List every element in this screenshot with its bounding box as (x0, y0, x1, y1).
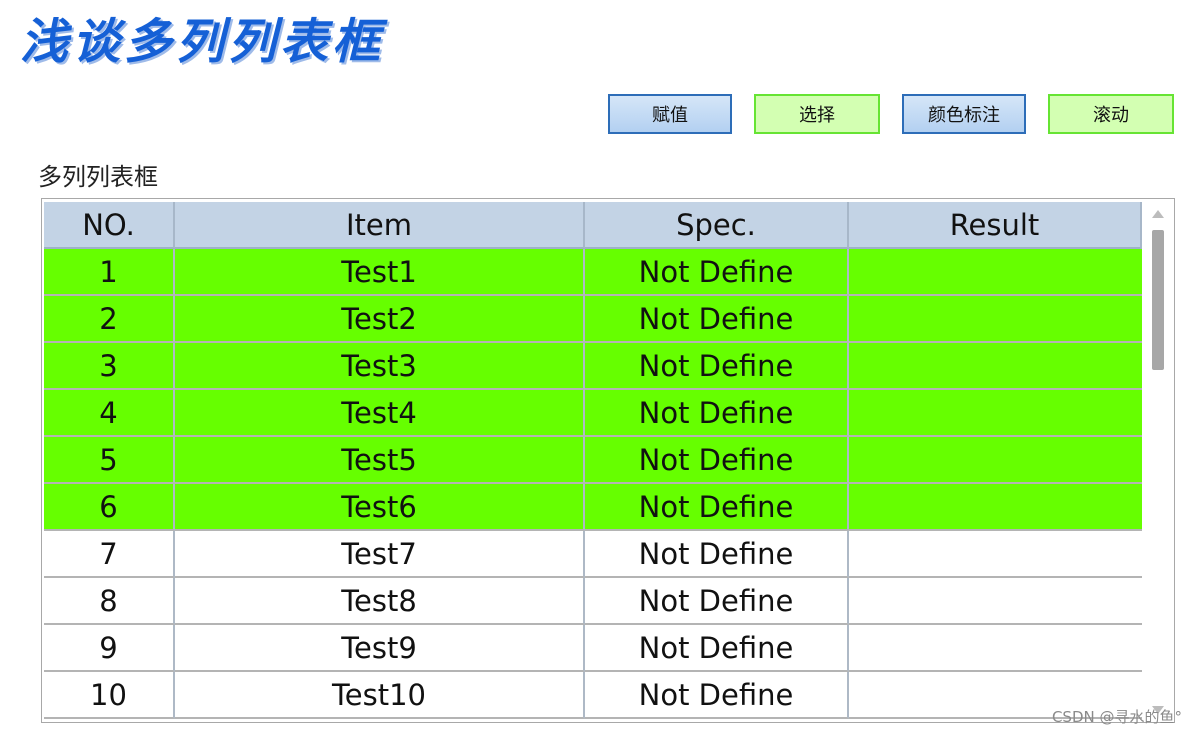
cell-result (849, 343, 1142, 390)
vertical-scrollbar[interactable] (1144, 202, 1172, 720)
cell-no: 5 (44, 437, 175, 484)
table-row[interactable]: 5 Test5 Not Define (44, 437, 1142, 484)
cell-result (849, 296, 1142, 343)
column-header-result[interactable]: Result (849, 202, 1142, 249)
cell-item: Test1 (175, 249, 585, 296)
cell-item: Test5 (175, 437, 585, 484)
listbox-rows: 1 Test1 Not Define 2 Test2 Not Define 3 Test3 No… (44, 249, 1142, 719)
table-row[interactable]: 7 Test7 Not Define (44, 531, 1142, 578)
cell-result (849, 390, 1142, 437)
listbox-label: 多列列表框 (38, 163, 158, 191)
table-row[interactable]: 4 Test4 Not Define (44, 390, 1142, 437)
cell-item: Test10 (175, 672, 585, 719)
cell-spec: Not Define (585, 484, 849, 531)
cell-spec: Not Define (585, 296, 849, 343)
table-row[interactable]: 3 Test3 Not Define (44, 343, 1142, 390)
cell-no: 10 (44, 672, 175, 719)
table-row[interactable]: 10 Test10 Not Define (44, 672, 1142, 719)
cell-no: 2 (44, 296, 175, 343)
column-header-spec[interactable]: Spec. (585, 202, 849, 249)
column-header-no[interactable]: NO. (44, 202, 175, 249)
cell-no: 3 (44, 343, 175, 390)
color-mark-button[interactable]: 颜色标注 (902, 94, 1026, 134)
cell-no: 8 (44, 578, 175, 625)
cell-no: 1 (44, 249, 175, 296)
cell-spec: Not Define (585, 672, 849, 719)
cell-spec: Not Define (585, 390, 849, 437)
table-row[interactable]: 8 Test8 Not Define (44, 578, 1142, 625)
cell-result (849, 249, 1142, 296)
page: 浅谈多列列表框 赋值 选择 颜色标注 滚动 多列列表框 NO. Item Spe… (0, 0, 1198, 735)
watermark: CSDN @寻水的鱼° (1051, 708, 1182, 726)
cell-item: Test9 (175, 625, 585, 672)
column-header-row: NO. Item Spec. Result (44, 202, 1142, 249)
scroll-up-arrow-icon[interactable] (1152, 210, 1164, 218)
page-title: 浅谈多列列表框 (20, 14, 385, 70)
column-header-item[interactable]: Item (175, 202, 585, 249)
listbox-grid: NO. Item Spec. Result 1 Test1 Not Define 2 T… (44, 202, 1142, 719)
cell-item: Test4 (175, 390, 585, 437)
multicolumn-listbox[interactable]: NO. Item Spec. Result 1 Test1 Not Define 2 T… (41, 198, 1175, 723)
select-button[interactable]: 选择 (754, 94, 880, 134)
scroll-button[interactable]: 滚动 (1048, 94, 1174, 134)
table-row[interactable]: 6 Test6 Not Define (44, 484, 1142, 531)
cell-item: Test3 (175, 343, 585, 390)
cell-spec: Not Define (585, 249, 849, 296)
cell-spec: Not Define (585, 437, 849, 484)
cell-result (849, 625, 1142, 672)
scroll-thumb[interactable] (1152, 230, 1164, 370)
cell-result (849, 531, 1142, 578)
table-row[interactable]: 1 Test1 Not Define (44, 249, 1142, 296)
cell-spec: Not Define (585, 343, 849, 390)
cell-no: 4 (44, 390, 175, 437)
cell-result (849, 484, 1142, 531)
cell-no: 6 (44, 484, 175, 531)
cell-item: Test6 (175, 484, 585, 531)
cell-item: Test7 (175, 531, 585, 578)
table-row[interactable]: 2 Test2 Not Define (44, 296, 1142, 343)
cell-no: 9 (44, 625, 175, 672)
cell-no: 7 (44, 531, 175, 578)
cell-result (849, 578, 1142, 625)
assign-button[interactable]: 赋值 (608, 94, 732, 134)
cell-result (849, 437, 1142, 484)
cell-spec: Not Define (585, 578, 849, 625)
cell-spec: Not Define (585, 625, 849, 672)
cell-item: Test8 (175, 578, 585, 625)
cell-item: Test2 (175, 296, 585, 343)
table-row[interactable]: 9 Test9 Not Define (44, 625, 1142, 672)
cell-spec: Not Define (585, 531, 849, 578)
